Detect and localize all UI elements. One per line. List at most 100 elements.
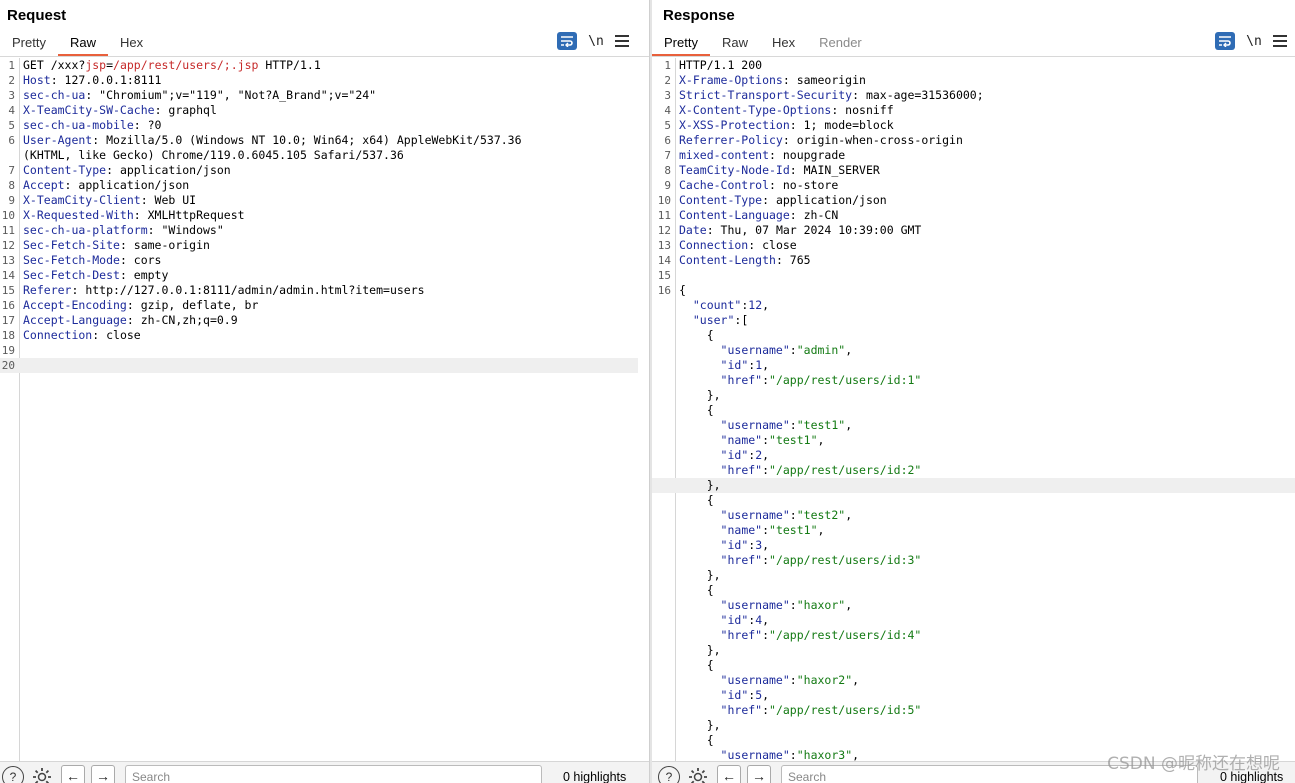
help-icon[interactable]: ? — [2, 766, 24, 783]
code-line[interactable]: 11 sec-ch-ua-platform: "Windows" — [0, 223, 649, 238]
token: "username" — [720, 343, 790, 357]
code-line[interactable]: "id":4, — [652, 613, 1295, 628]
tab-raw[interactable]: Raw — [57, 32, 108, 56]
code-line[interactable]: 10 X-Requested-With: XMLHttpRequest — [0, 208, 649, 223]
tab-raw[interactable]: Raw — [710, 32, 760, 56]
request-code[interactable]: 1 GET /xxx?jsp=/app/rest/users/;.jsp HTTP… — [0, 58, 649, 761]
token: sec-ch-ua-mobile — [23, 118, 134, 132]
code-line[interactable]: 1 HTTP/1.1 200 — [652, 58, 1295, 73]
code-line[interactable]: 8 TeamCity-Node-Id: MAIN_SERVER — [652, 163, 1295, 178]
code-line[interactable]: "username":"test2", — [652, 508, 1295, 523]
code-line[interactable]: 6 Referrer-Policy: origin-when-cross-orig… — [652, 133, 1295, 148]
code-line[interactable]: 2 Host: 127.0.0.1:8111 — [0, 73, 649, 88]
code-line[interactable]: 13 Connection: close — [652, 238, 1295, 253]
code-line[interactable]: }, — [652, 478, 1295, 493]
code-line[interactable]: { — [652, 658, 1295, 673]
settings-gear-icon[interactable] — [687, 766, 709, 783]
back-arrow-icon[interactable]: ← — [61, 765, 85, 783]
code-line[interactable]: }, — [652, 388, 1295, 403]
token: , — [852, 673, 860, 687]
code-line[interactable]: "href":"/app/rest/users/id:2" — [652, 463, 1295, 478]
code-line[interactable]: 1 GET /xxx?jsp=/app/rest/users/;.jsp HTTP… — [0, 58, 649, 73]
tab-pretty[interactable]: Pretty — [652, 32, 710, 56]
code-line[interactable]: 6 User-Agent: Mozilla/5.0 (Windows NT 10.… — [0, 133, 649, 148]
code-line[interactable]: "user":[ — [652, 313, 1295, 328]
word-wrap-icon[interactable] — [557, 32, 577, 50]
tab-render[interactable]: Render — [807, 32, 874, 56]
code-line[interactable]: "id":2, — [652, 448, 1295, 463]
request-editor[interactable]: 1 GET /xxx?jsp=/app/rest/users/;.jsp HTTP… — [0, 58, 649, 761]
token: : — [762, 433, 770, 447]
code-line[interactable]: "name":"test1", — [652, 433, 1295, 448]
forward-arrow-icon[interactable]: → — [747, 765, 771, 783]
back-arrow-icon[interactable]: ← — [717, 765, 741, 783]
code-line[interactable]: 12 Date: Thu, 07 Mar 2024 10:39:00 GMT — [652, 223, 1295, 238]
code-line[interactable]: "id":5, — [652, 688, 1295, 703]
code-line[interactable]: "username":"haxor", — [652, 598, 1295, 613]
code-line[interactable]: "username":"admin", — [652, 343, 1295, 358]
code-line[interactable]: { — [652, 733, 1295, 748]
code-line[interactable]: 3 sec-ch-ua: "Chromium";v="119", "Not?A_B… — [0, 88, 649, 103]
forward-arrow-icon[interactable]: → — [91, 765, 115, 783]
line-text: "username":"test1", — [679, 418, 853, 433]
code-line[interactable]: { — [652, 403, 1295, 418]
code-line[interactable]: "id":3, — [652, 538, 1295, 553]
code-line[interactable]: "name":"test1", — [652, 523, 1295, 538]
token: GET /xxx? — [23, 58, 86, 72]
code-line[interactable]: 3 Strict-Transport-Security: max-age=3153… — [652, 88, 1295, 103]
tab-pretty[interactable]: Pretty — [0, 32, 58, 56]
code-line[interactable]: 9 Cache-Control: no-store — [652, 178, 1295, 193]
code-line[interactable]: 5 X-XSS-Protection: 1; mode=block — [652, 118, 1295, 133]
code-line[interactable]: 11 Content-Language: zh-CN — [652, 208, 1295, 223]
code-line[interactable]: { — [652, 493, 1295, 508]
code-line[interactable]: 9 X-TeamCity-Client: Web UI — [0, 193, 649, 208]
code-line[interactable]: (KHTML, like Gecko) Chrome/119.0.6045.10… — [0, 148, 649, 163]
response-code[interactable]: 1 HTTP/1.1 200 2 X-Frame-Options: sameorigi… — [652, 58, 1295, 762]
code-line[interactable]: "id":1, — [652, 358, 1295, 373]
search-input[interactable]: Search — [125, 765, 542, 783]
code-line[interactable]: { — [652, 328, 1295, 343]
help-icon[interactable]: ? — [658, 766, 680, 783]
code-line[interactable]: 7 Content-Type: application/json — [0, 163, 649, 178]
menu-icon[interactable] — [615, 35, 629, 47]
code-line[interactable]: 4 X-Content-Type-Options: nosniff — [652, 103, 1295, 118]
show-newlines-icon[interactable]: \n — [587, 34, 605, 49]
code-line[interactable]: 16 Accept-Encoding: gzip, deflate, br — [0, 298, 649, 313]
code-line[interactable]: "href":"/app/rest/users/id:1" — [652, 373, 1295, 388]
code-line[interactable]: 18 Connection: close — [0, 328, 649, 343]
code-line[interactable]: 4 X-TeamCity-SW-Cache: graphql — [0, 103, 649, 118]
code-line[interactable]: "count":12, — [652, 298, 1295, 313]
word-wrap-icon[interactable] — [1215, 32, 1235, 50]
code-line[interactable]: 17 Accept-Language: zh-CN,zh;q=0.9 — [0, 313, 649, 328]
settings-gear-icon[interactable] — [31, 766, 53, 783]
tab-hex[interactable]: Hex — [108, 32, 155, 56]
code-line[interactable]: 20 — [0, 358, 638, 373]
code-line[interactable]: }, — [652, 718, 1295, 733]
code-line[interactable]: "href":"/app/rest/users/id:4" — [652, 628, 1295, 643]
code-line[interactable]: "href":"/app/rest/users/id:3" — [652, 553, 1295, 568]
tab-hex[interactable]: Hex — [760, 32, 807, 56]
code-line[interactable]: 16 { — [652, 283, 1295, 298]
code-line[interactable]: }, — [652, 568, 1295, 583]
code-line[interactable]: 15 — [652, 268, 1295, 283]
code-line[interactable]: 12 Sec-Fetch-Site: same-origin — [0, 238, 649, 253]
code-line[interactable]: 7 mixed-content: noupgrade — [652, 148, 1295, 163]
code-line[interactable]: "username":"haxor2", — [652, 673, 1295, 688]
code-line[interactable]: 14 Sec-Fetch-Dest: empty — [0, 268, 649, 283]
line-text: { — [679, 583, 714, 598]
code-line[interactable]: 2 X-Frame-Options: sameorigin — [652, 73, 1295, 88]
code-line[interactable]: 5 sec-ch-ua-mobile: ?0 — [0, 118, 649, 133]
code-line[interactable]: }, — [652, 643, 1295, 658]
code-line[interactable]: 8 Accept: application/json — [0, 178, 649, 193]
code-line[interactable]: 15 Referer: http://127.0.0.1:8111/admin/a… — [0, 283, 649, 298]
code-line[interactable]: 14 Content-Length: 765 — [652, 253, 1295, 268]
code-line[interactable]: { — [652, 583, 1295, 598]
code-line[interactable]: 19 — [0, 343, 649, 358]
code-line[interactable]: "href":"/app/rest/users/id:5" — [652, 703, 1295, 718]
code-line[interactable]: 10 Content-Type: application/json — [652, 193, 1295, 208]
show-newlines-icon[interactable]: \n — [1245, 34, 1263, 49]
code-line[interactable]: "username":"test1", — [652, 418, 1295, 433]
code-line[interactable]: 13 Sec-Fetch-Mode: cors — [0, 253, 649, 268]
menu-icon[interactable] — [1273, 35, 1287, 47]
response-editor[interactable]: 1 HTTP/1.1 200 2 X-Frame-Options: sameorigi… — [652, 58, 1295, 762]
